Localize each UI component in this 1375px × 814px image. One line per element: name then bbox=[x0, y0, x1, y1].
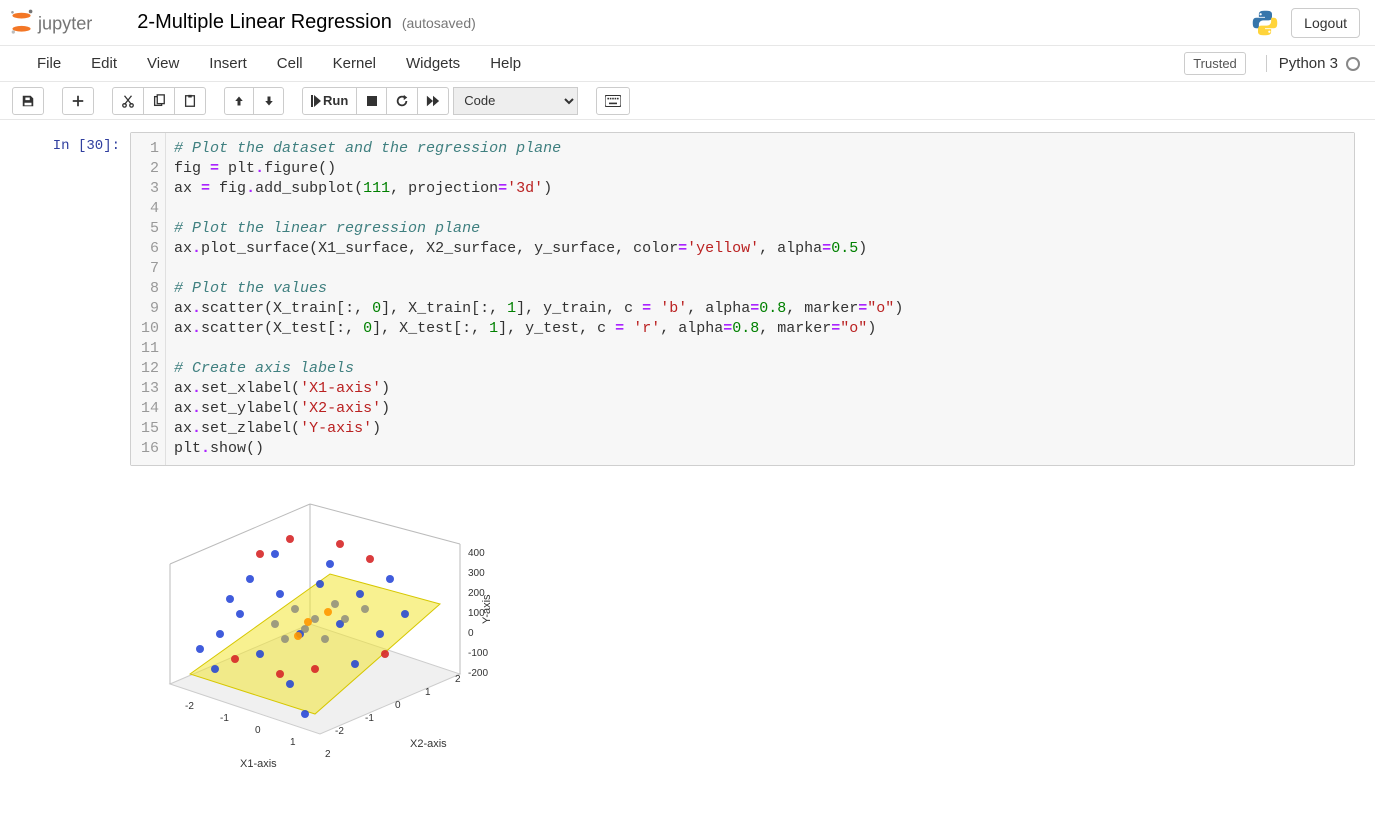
menu-file[interactable]: File bbox=[22, 49, 76, 78]
svg-text:2: 2 bbox=[455, 674, 461, 685]
save-icon bbox=[21, 94, 35, 108]
menu-view[interactable]: View bbox=[132, 49, 194, 78]
menu-edit[interactable]: Edit bbox=[76, 49, 132, 78]
run-button[interactable]: Run bbox=[302, 87, 357, 115]
output-prompt bbox=[20, 476, 130, 774]
svg-text:0: 0 bbox=[255, 725, 261, 736]
move-up-button[interactable] bbox=[224, 87, 254, 115]
svg-text:-1: -1 bbox=[220, 713, 229, 724]
svg-text:2: 2 bbox=[325, 749, 331, 760]
save-button[interactable] bbox=[12, 87, 44, 115]
command-palette-button[interactable] bbox=[596, 87, 630, 115]
insert-cell-button[interactable] bbox=[62, 87, 94, 115]
code-cell[interactable]: In [30]: 12345678910111213141516 # Plot … bbox=[20, 132, 1355, 466]
svg-text:Y-axis: Y-axis bbox=[481, 594, 493, 624]
run-label: Run bbox=[323, 93, 348, 108]
copy-icon bbox=[152, 94, 166, 108]
paste-button[interactable] bbox=[175, 87, 206, 115]
svg-text:X1-axis: X1-axis bbox=[240, 758, 277, 770]
keyboard-icon bbox=[605, 95, 621, 107]
menubar: File Edit View Insert Cell Kernel Widget… bbox=[0, 46, 1375, 82]
menu-widgets[interactable]: Widgets bbox=[391, 49, 475, 78]
code-input-area[interactable]: 12345678910111213141516 # Plot the datas… bbox=[130, 132, 1355, 466]
output-area: -2-1012-2-1012-200-1000100200300400 X1-a… bbox=[130, 476, 530, 774]
svg-text:-200: -200 bbox=[468, 668, 488, 679]
notebook-header: jupyter 2-Multiple Linear Regression (au… bbox=[0, 0, 1375, 46]
cell-type-select[interactable]: Code bbox=[453, 87, 578, 115]
svg-text:-100: -100 bbox=[468, 648, 488, 659]
input-prompt: In [30]: bbox=[20, 132, 130, 466]
copy-button[interactable] bbox=[144, 87, 175, 115]
stop-icon bbox=[366, 95, 378, 107]
menu-cell[interactable]: Cell bbox=[262, 49, 318, 78]
output-cell: -2-1012-2-1012-200-1000100200300400 X1-a… bbox=[20, 476, 1355, 774]
kernel-name: Python 3 bbox=[1279, 55, 1338, 72]
fast-forward-icon bbox=[426, 95, 440, 107]
svg-text:jupyter: jupyter bbox=[37, 13, 92, 33]
cut-icon bbox=[121, 94, 135, 108]
svg-text:400: 400 bbox=[468, 548, 485, 559]
matplotlib-3d-output: -2-1012-2-1012-200-1000100200300400 X1-a… bbox=[130, 484, 530, 774]
restart-run-all-button[interactable] bbox=[418, 87, 449, 115]
notebook-container: In [30]: 12345678910111213141516 # Plot … bbox=[0, 120, 1375, 814]
trusted-indicator[interactable]: Trusted bbox=[1184, 52, 1246, 75]
svg-text:1: 1 bbox=[425, 687, 431, 698]
svg-text:-1: -1 bbox=[365, 713, 374, 724]
paste-icon bbox=[183, 94, 197, 108]
cut-button[interactable] bbox=[112, 87, 144, 115]
logout-button[interactable]: Logout bbox=[1291, 8, 1360, 38]
code-editor[interactable]: # Plot the dataset and the regression pl… bbox=[166, 133, 1354, 465]
svg-text:X2-axis: X2-axis bbox=[410, 738, 447, 750]
toolbar: Run Code bbox=[0, 82, 1375, 120]
autosave-status: (autosaved) bbox=[402, 15, 476, 31]
svg-text:1: 1 bbox=[290, 737, 296, 748]
restart-icon bbox=[395, 94, 409, 108]
menu-help[interactable]: Help bbox=[475, 49, 536, 78]
menu-insert[interactable]: Insert bbox=[194, 49, 262, 78]
restart-button[interactable] bbox=[387, 87, 418, 115]
svg-text:300: 300 bbox=[468, 568, 485, 579]
interrupt-button[interactable] bbox=[357, 87, 387, 115]
kernel-indicator[interactable]: Python 3 bbox=[1266, 55, 1360, 72]
svg-text:-2: -2 bbox=[185, 701, 194, 712]
svg-text:0: 0 bbox=[468, 628, 474, 639]
arrow-down-icon bbox=[263, 95, 275, 107]
jupyter-logo[interactable]: jupyter bbox=[10, 9, 125, 37]
plus-icon bbox=[71, 94, 85, 108]
kernel-status-icon bbox=[1346, 57, 1360, 71]
svg-text:-2: -2 bbox=[335, 726, 344, 737]
move-down-button[interactable] bbox=[254, 87, 284, 115]
arrow-up-icon bbox=[233, 95, 245, 107]
python-icon bbox=[1251, 9, 1279, 37]
svg-text:0: 0 bbox=[395, 700, 401, 711]
run-icon bbox=[311, 95, 321, 107]
notebook-name[interactable]: 2-Multiple Linear Regression bbox=[137, 11, 392, 34]
menu-kernel[interactable]: Kernel bbox=[318, 49, 391, 78]
line-number-gutter: 12345678910111213141516 bbox=[131, 133, 166, 465]
